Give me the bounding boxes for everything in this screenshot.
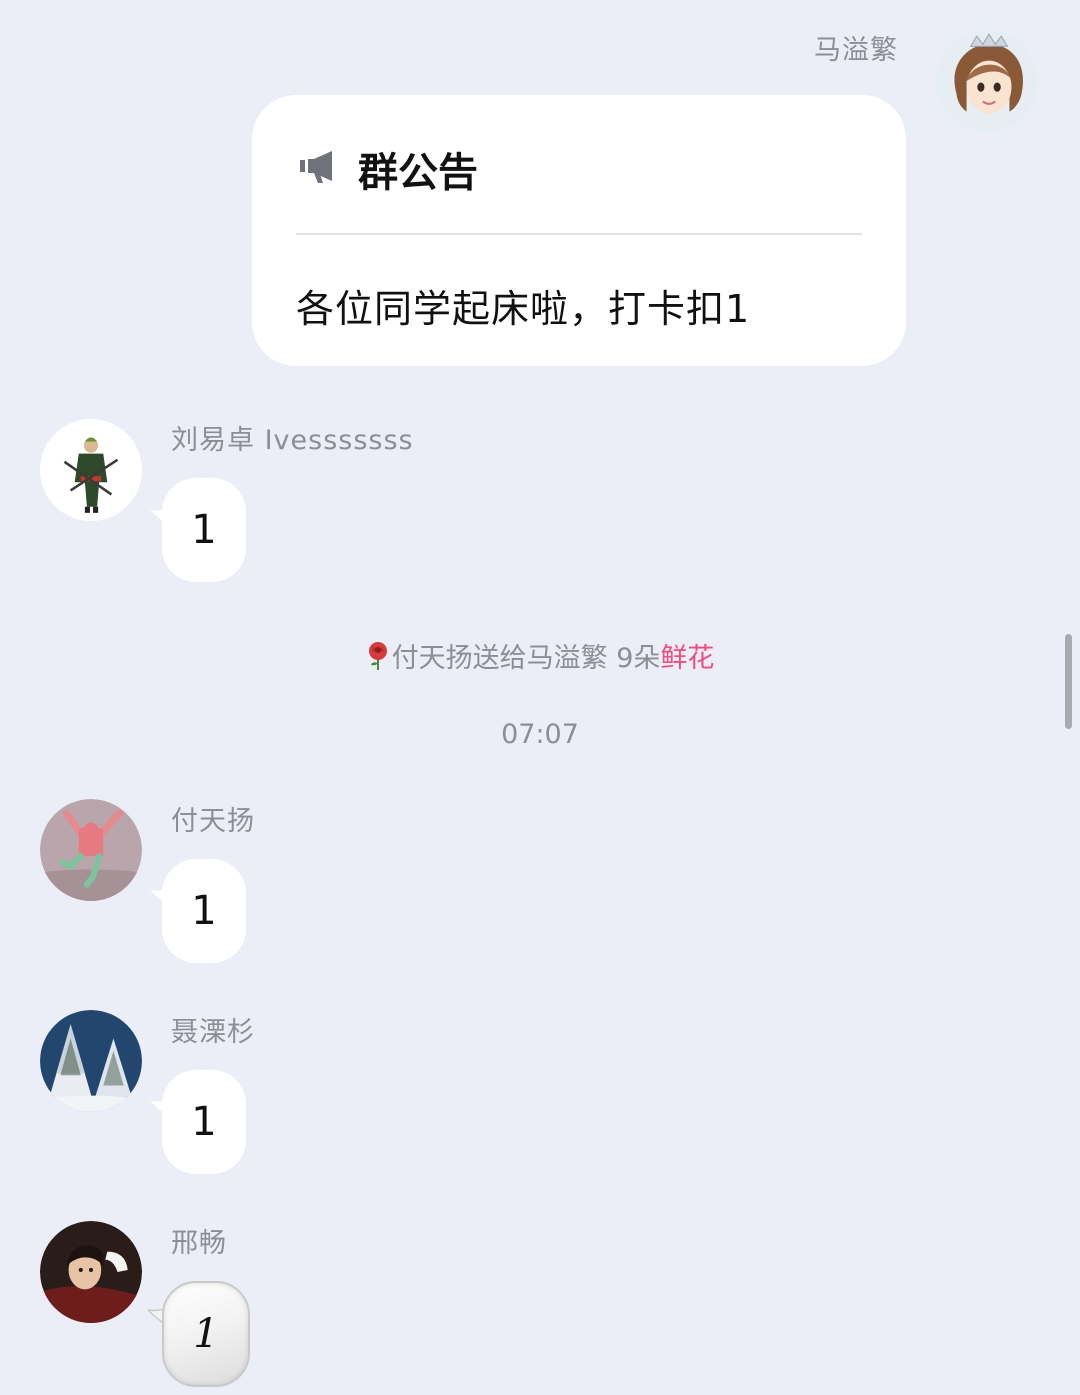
sender-name: 马溢繁	[814, 35, 898, 66]
girl-cartoon-avatar-icon	[936, 30, 1038, 132]
timestamp: 07:07	[501, 719, 579, 750]
member-name: 聂溧杉	[171, 1017, 255, 1048]
member-avatar[interactable]	[40, 419, 142, 521]
member-name: 付天扬	[171, 806, 255, 837]
gift-notice: 付天扬送给马溢繁 9朵鲜花	[0, 636, 1080, 678]
member-avatar[interactable]	[40, 799, 142, 901]
message-bubble-special[interactable]: 1	[162, 1281, 250, 1387]
member-avatar[interactable]	[40, 1010, 142, 1112]
gift-notice-text: 付天扬送给马溢繁 9朵	[391, 643, 661, 674]
message-bubble[interactable]: 1	[162, 1070, 246, 1174]
message-bubble[interactable]: 1	[162, 478, 246, 582]
swordsman-avatar-icon	[40, 419, 142, 521]
snowy-trees-avatar-icon	[40, 1010, 142, 1112]
rose-icon	[366, 641, 390, 678]
megaphone-icon	[300, 148, 340, 184]
message-bubble[interactable]: 1	[162, 859, 246, 963]
scrollbar[interactable]	[1065, 634, 1072, 729]
member-name: 邢畅	[171, 1228, 227, 1259]
dancing-figure-avatar-icon	[40, 799, 142, 901]
member-avatar[interactable]	[40, 1221, 142, 1323]
announcement-title: 群公告	[358, 150, 478, 196]
announcement-divider	[296, 233, 862, 235]
person-photo-avatar-icon	[40, 1221, 142, 1323]
announcement-body: 各位同学起床啦，打卡扣1	[296, 287, 751, 331]
gift-flowers-link[interactable]: 鲜花	[660, 643, 714, 674]
sender-avatar[interactable]	[936, 30, 1038, 132]
member-name: 刘易卓 Ivesssssss	[171, 425, 414, 456]
